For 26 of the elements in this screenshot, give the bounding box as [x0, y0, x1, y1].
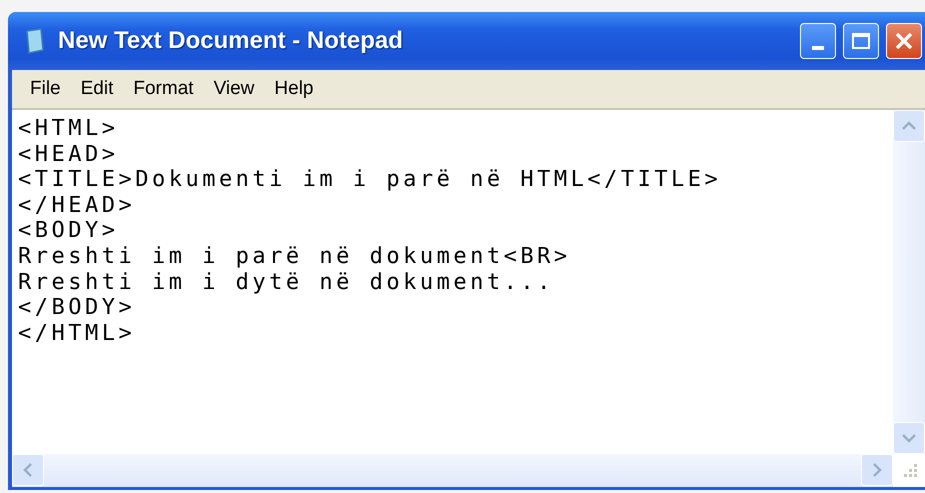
menu-item[interactable]: Help — [266, 76, 322, 102]
maximize-button[interactable] — [843, 23, 879, 59]
minimize-button[interactable] — [800, 23, 836, 59]
menu-item[interactable]: View — [206, 76, 262, 102]
notepad-icon — [24, 28, 46, 54]
text-line: <BODY> — [18, 218, 118, 244]
menu-item[interactable]: Edit — [72, 76, 122, 102]
text-line: </BODY> — [18, 295, 136, 321]
text-line: </HTML> — [18, 320, 136, 346]
scroll-left-icon[interactable] — [12, 454, 44, 486]
menu-item[interactable]: Format — [125, 76, 202, 102]
close-icon — [893, 30, 915, 52]
menu-item[interactable]: File — [22, 76, 69, 102]
text-line: <HTML> — [18, 116, 118, 142]
scroll-down-icon[interactable] — [893, 422, 925, 454]
horizontal-scrollbar[interactable] — [12, 454, 893, 487]
text-line: <HEAD> — [18, 142, 118, 168]
window-title: New Text Document - Notepad — [58, 27, 404, 55]
close-button[interactable] — [886, 23, 922, 59]
scroll-right-icon[interactable] — [861, 454, 893, 486]
text-line: Rreshti im i parë në dokument<BR> — [18, 244, 571, 270]
vertical-scrollbar[interactable] — [893, 110, 925, 454]
scroll-up-icon[interactable] — [893, 110, 925, 142]
text-line: </HEAD> — [18, 192, 136, 218]
text-line: Rreshti im i dytë në dokument... — [18, 270, 554, 296]
text-line: <TITLE>Dokumenti im i parë në HTML</TITLE> — [18, 167, 722, 193]
